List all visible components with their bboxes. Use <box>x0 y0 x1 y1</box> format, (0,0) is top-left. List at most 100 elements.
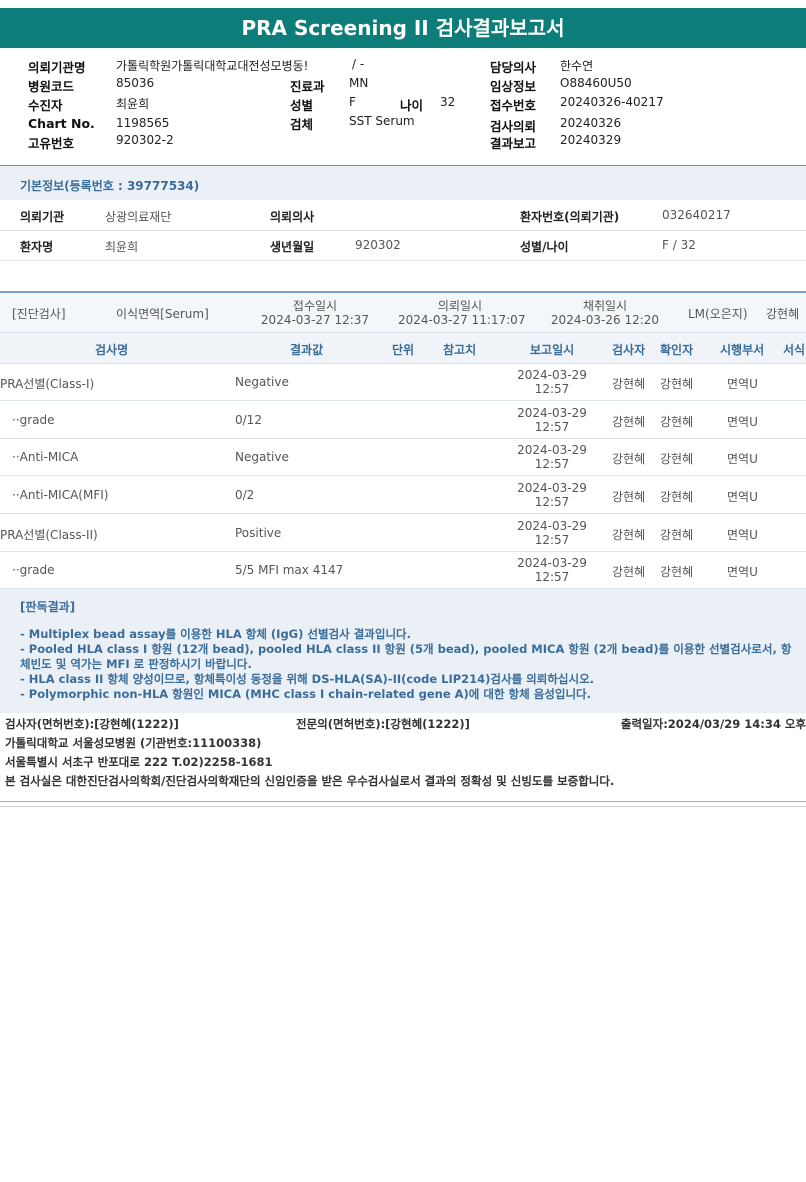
row-tester: 강현혜 <box>612 528 646 542</box>
row-result: Positive <box>235 526 282 540</box>
hospital-code-label: 병원코드 <box>28 79 75 94</box>
row-report-time: 12:57 <box>534 533 570 547</box>
reception-label: 접수번호 <box>490 98 537 113</box>
pat-no-label: 환자번호(의뢰기관) <box>520 210 620 224</box>
hospital-info: 가톨릭대학교 서울성모병원 (기관번호:11100338) <box>5 736 262 750</box>
col-time-value: 2024-03-26 12:20 <box>550 313 660 327</box>
specimen-value: SST Serum <box>349 114 415 128</box>
row-report-time: 12:57 <box>534 382 570 396</box>
report-label: 결과보고 <box>490 136 537 151</box>
row-checker: 강현혜 <box>660 415 694 429</box>
dept-label: 진료과 <box>290 79 325 94</box>
recv-label: 접수일시 <box>292 299 338 313</box>
row-checker: 강현혜 <box>660 565 694 579</box>
req-time-label: 의뢰일시 <box>437 299 483 313</box>
sexage-label: 성별/나이 <box>520 240 569 254</box>
recv-value: 2024-03-27 12:37 <box>260 313 370 327</box>
row-result: 5/5 MFI max 4147 <box>235 563 344 577</box>
basic-info-row: 환자명 최윤희 생년월일 920302 성별/나이 F / 32 <box>0 230 806 261</box>
institution-label: 의뢰기관명 <box>28 60 86 75</box>
row-tester: 강현혜 <box>612 377 646 391</box>
specimen-label: 검체 <box>290 117 314 132</box>
col-form: 서식 <box>783 343 806 357</box>
reception-value: 20240326-40217 <box>560 95 664 109</box>
row-test-name: ··grade <box>12 413 55 427</box>
report-value: 20240329 <box>560 133 622 147</box>
row-result: Negative <box>235 375 289 389</box>
chart-value: 1198565 <box>116 116 170 130</box>
pat-no-value: 032640217 <box>662 208 731 222</box>
table-row: ··grade 0/12 2024-03-29 12:57 강현혜 강현혜 면역… <box>0 401 806 439</box>
col-test-name: 검사명 <box>95 343 129 357</box>
age-value: 32 <box>440 95 456 109</box>
order-category: [진단검사] <box>12 307 66 321</box>
judgement-line: - Polymorphic non-HLA 항원인 MICA (MHC clas… <box>20 687 591 701</box>
row-dept: 면역U <box>727 528 758 542</box>
results-table-header: 검사명 결과값 단위 참고치 보고일시 검사자 확인자 시행부서 서식 <box>0 332 806 364</box>
judgement-line: - Multiplex bead assay를 이용한 HLA 항체 (IgG)… <box>20 627 411 641</box>
specialist-info: 전문의(면허번호):[강현혜(1222)] <box>296 717 470 731</box>
table-row: PRA선별(Class-I) Negative 2024-03-29 12:57… <box>0 363 806 401</box>
birth-value: 920302 <box>355 238 401 252</box>
row-tester: 강현혜 <box>612 565 646 579</box>
basic-info-row: 의뢰기관 상광의료재단 의뢰의사 환자번호(의뢰기관) 032640217 <box>0 200 806 231</box>
address-info: 서울특별시 서초구 반포대로 222 T.02)2258-1681 <box>5 755 273 769</box>
age-label: 나이 <box>400 98 424 113</box>
judgement-section: [판독결과] - Multiplex bead assay를 이용한 HLA 항… <box>0 589 806 713</box>
row-test-name: PRA선별(Class-II) <box>0 528 98 542</box>
order-info-bar: [진단검사] 이식면역[Serum] 접수일시 2024-03-27 12:37… <box>0 291 806 333</box>
row-result: Negative <box>235 450 289 464</box>
certification-note: 본 검사실은 대한진단검사의학회/진단검사의학재단의 신임인증을 받은 우수검사… <box>5 774 615 788</box>
table-row: ··Anti-MICA Negative 2024-03-29 12:57 강현… <box>0 438 806 476</box>
request-value: 20240326 <box>560 116 622 130</box>
col-unit: 단위 <box>392 343 415 357</box>
pat-name-label: 환자명 <box>20 240 54 254</box>
row-report-time: 12:57 <box>534 420 570 434</box>
row-dept: 면역U <box>727 452 758 466</box>
row-checker: 강현혜 <box>660 490 694 504</box>
clinical-label: 임상정보 <box>490 79 537 94</box>
row-result: 0/12 <box>235 413 262 427</box>
pat-name-value: 최윤희 <box>105 240 139 254</box>
col-tester: 검사자 <box>612 343 646 357</box>
patient-label: 수진자 <box>28 98 63 113</box>
examiner-info: 검사자(면허번호):[강현혜(1222)] <box>5 717 179 731</box>
col-reference: 참고치 <box>443 343 477 357</box>
row-dept: 면역U <box>727 565 758 579</box>
req-time-value: 2024-03-27 11:17:07 <box>398 313 526 327</box>
institution-tail: / - <box>352 57 365 71</box>
row-tester: 강현혜 <box>612 490 646 504</box>
basic-info-heading: 기본정보(등록번호 : 39777534) <box>0 166 806 200</box>
order-test: 이식면역[Serum] <box>116 307 209 321</box>
divider <box>0 801 806 802</box>
print-date: 출력일자:2024/03/29 14:34 오후 <box>620 717 806 731</box>
row-test-name: ··Anti-MICA(MFI) <box>12 488 109 502</box>
divider <box>0 806 806 807</box>
row-test-name: ··Anti-MICA <box>12 450 79 464</box>
table-row: ··Anti-MICA(MFI) 0/2 2024-03-29 12:57 강현… <box>0 476 806 514</box>
row-test-name: ··grade <box>12 563 55 577</box>
col-checker: 확인자 <box>660 343 694 357</box>
judgement-text: - Multiplex bead assay를 이용한 HLA 항체 (IgG)… <box>20 627 800 702</box>
judgement-line: - Pooled HLA class I 항원 (12개 bead), pool… <box>20 642 792 671</box>
req-inst-value: 상광의료재단 <box>105 210 172 224</box>
row-dept: 면역U <box>727 377 758 391</box>
row-test-name: PRA선별(Class-I) <box>0 377 95 391</box>
row-tester: 강현혜 <box>612 415 646 429</box>
basic-info-title: 기본정보(등록번호 : 39777534) <box>20 179 200 193</box>
req-inst-label: 의뢰기관 <box>20 210 65 224</box>
doctor-value: 한수연 <box>560 59 594 73</box>
col-report-time: 보고일시 <box>530 343 575 357</box>
report-header: 의뢰기관명 가톨릭학원가톨릭대학교대전성모병동! / - 담당의사 한수연 병원… <box>0 52 806 152</box>
clinical-value: O88460U50 <box>560 76 632 90</box>
order-lm: LM(오은지) <box>688 307 748 321</box>
unique-label: 고유번호 <box>28 136 75 151</box>
col-dept: 시행부서 <box>720 343 765 357</box>
row-report-time: 12:57 <box>534 495 570 509</box>
patient-value: 최윤희 <box>116 97 150 111</box>
req-doc-label: 의뢰의사 <box>270 210 315 224</box>
row-tester: 강현혜 <box>612 452 646 466</box>
row-checker: 강현혜 <box>660 528 694 542</box>
sex-value: F <box>349 95 356 109</box>
judgement-line: - HLA class II 항체 양성이므로, 항체특이성 동정을 위해 DS… <box>20 672 595 686</box>
